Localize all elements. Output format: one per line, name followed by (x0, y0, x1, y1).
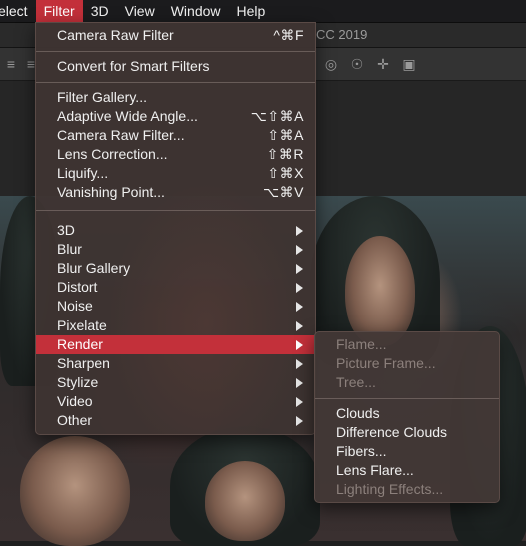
submenu-item-fibers[interactable]: Fibers... (315, 442, 499, 461)
menu-item-sharpen[interactable]: Sharpen (36, 354, 315, 373)
submenu-item-lens-flare[interactable]: Lens Flare... (315, 461, 499, 480)
menu-select[interactable]: elect (0, 0, 36, 22)
menu-item-other[interactable]: Other (36, 411, 315, 430)
menu-item-shortcut: ⇧⌘A (267, 127, 304, 143)
menu-item-label: Camera Raw Filter... (57, 127, 185, 143)
submenu-arrow-icon (296, 321, 303, 331)
menu-item-label: Adaptive Wide Angle... (57, 108, 198, 124)
menu-item-label: Fibers... (336, 443, 387, 459)
submenu-arrow-icon (296, 302, 303, 312)
menu-item-label: Blur (57, 241, 82, 257)
menu-item-label: Camera Raw Filter (57, 27, 174, 43)
filter-menu: Camera Raw Filter ^⌘F Convert for Smart … (35, 22, 316, 435)
menu-filter[interactable]: Filter (35, 0, 83, 22)
render-submenu: Flame... Picture Frame... Tree... Clouds… (314, 331, 500, 503)
menu-item-label: Clouds (336, 405, 380, 421)
menu-separator (36, 82, 315, 83)
menu-item-shortcut: ^⌘F (273, 27, 304, 43)
menu-help[interactable]: Help (229, 0, 274, 22)
menu-item-label: Lens Correction... (57, 146, 168, 162)
menu-item-label: Noise (57, 298, 93, 314)
menu-view[interactable]: View (117, 0, 163, 22)
menu-item-label: Convert for Smart Filters (57, 58, 210, 74)
submenu-item-tree: Tree... (315, 373, 499, 392)
menu-item-label: Distort (57, 279, 98, 295)
menu-item-label: Lighting Effects... (336, 481, 444, 497)
submenu-arrow-icon (296, 378, 303, 388)
menu-item-3d[interactable]: 3D (36, 221, 315, 240)
menu-bar: elect Filter 3D View Window Help (0, 0, 526, 23)
submenu-arrow-icon (296, 226, 303, 236)
menu-item-label: Difference Clouds (336, 424, 448, 440)
menu-item-vanishing-point[interactable]: Vanishing Point... ⌥⌘V (36, 183, 315, 202)
submenu-item-clouds[interactable]: Clouds (315, 404, 499, 423)
menu-item-label: Stylize (57, 374, 99, 390)
menu-item-shortcut: ⌥⌘V (263, 184, 304, 200)
submenu-arrow-icon (296, 397, 303, 407)
submenu-arrow-icon (296, 283, 303, 293)
menu-item-filter-gallery[interactable]: Filter Gallery... (36, 88, 315, 107)
menu-item-render[interactable]: Render (36, 335, 315, 354)
menu-item-lens-correction[interactable]: Lens Correction... ⇧⌘R (36, 145, 315, 164)
menu-item-label: 3D (57, 222, 75, 238)
menu-item-label: Lens Flare... (336, 462, 414, 478)
drag-3d-icon[interactable]: ✛ (374, 55, 392, 73)
menu-item-label: Liquify... (57, 165, 109, 181)
app-title: CC 2019 (316, 27, 368, 42)
roll-3d-icon[interactable]: ☉ (348, 55, 366, 73)
menu-item-label: Filter Gallery... (57, 89, 147, 105)
menu-item-shortcut: ⇧⌘R (266, 146, 304, 162)
menu-item-stylize[interactable]: Stylize (36, 373, 315, 392)
menu-item-camera-raw-filter-last[interactable]: Camera Raw Filter ^⌘F (36, 26, 315, 45)
menu-item-shortcut: ⌥⇧⌘A (250, 108, 304, 124)
video-camera-icon[interactable]: ▣ (400, 55, 418, 73)
menu-separator (315, 398, 499, 399)
menu-item-camera-raw-filter[interactable]: Camera Raw Filter... ⇧⌘A (36, 126, 315, 145)
submenu-arrow-icon (296, 359, 303, 369)
menu-item-convert-smart-filters[interactable]: Convert for Smart Filters (36, 57, 315, 76)
submenu-item-flame: Flame... (315, 335, 499, 354)
submenu-arrow-icon (296, 245, 303, 255)
menu-item-label: Blur Gallery (57, 260, 131, 276)
menu-item-label: Render (57, 336, 103, 352)
submenu-arrow-icon (296, 340, 303, 350)
menu-window[interactable]: Window (163, 0, 229, 22)
menu-3d[interactable]: 3D (83, 0, 117, 22)
menu-item-noise[interactable]: Noise (36, 297, 315, 316)
submenu-item-picture-frame: Picture Frame... (315, 354, 499, 373)
menu-item-label: Other (57, 412, 93, 428)
menu-item-label: Vanishing Point... (57, 184, 165, 200)
menu-item-label: Sharpen (57, 355, 110, 371)
menu-item-video[interactable]: Video (36, 392, 315, 411)
menu-item-distort[interactable]: Distort (36, 278, 315, 297)
rotate-3d-icon[interactable]: ◎ (322, 55, 340, 73)
submenu-arrow-icon (296, 264, 303, 274)
menu-item-label: Tree... (336, 374, 376, 390)
menu-item-liquify[interactable]: Liquify... ⇧⌘X (36, 164, 315, 183)
menu-item-blur[interactable]: Blur (36, 240, 315, 259)
menu-item-label: Flame... (336, 336, 387, 352)
align-icon[interactable]: ≡ (2, 55, 20, 73)
menu-item-label: Pixelate (57, 317, 107, 333)
menu-item-pixelate[interactable]: Pixelate (36, 316, 315, 335)
submenu-arrow-icon (296, 416, 303, 426)
submenu-item-lighting-effects: Lighting Effects... (315, 480, 499, 499)
submenu-item-difference-clouds[interactable]: Difference Clouds (315, 423, 499, 442)
menu-item-label: Video (57, 393, 93, 409)
menu-item-adaptive-wide-angle[interactable]: Adaptive Wide Angle... ⌥⇧⌘A (36, 107, 315, 126)
menu-separator (36, 51, 315, 52)
menu-item-shortcut: ⇧⌘X (267, 165, 304, 181)
menu-item-label: Picture Frame... (336, 355, 436, 371)
menu-item-blur-gallery[interactable]: Blur Gallery (36, 259, 315, 278)
menu-separator (36, 210, 315, 211)
